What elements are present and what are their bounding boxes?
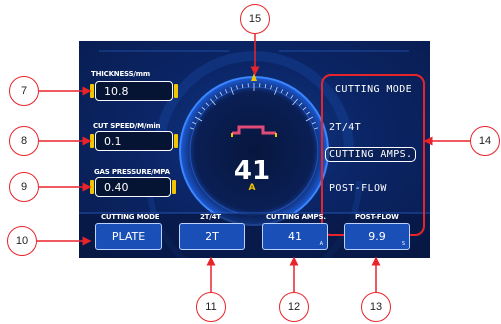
callout-11: 11 <box>196 292 226 322</box>
post-flow-unit: S <box>401 241 405 247</box>
cutting-amps-unit: A <box>319 241 323 247</box>
cut-speed-label: CUT SPEED/M/min <box>93 122 161 130</box>
gas-pressure-value-box: 0.40 <box>90 177 176 197</box>
trigger-mode-button[interactable]: 2T <box>179 223 245 250</box>
callout-9: 9 <box>9 172 39 202</box>
display-screen: THICKNESS/mm 10.8 CUT SPEED/M/min 0.1 GA… <box>79 41 430 258</box>
callout-7: 7 <box>9 76 39 106</box>
gas-pressure-value: 0.40 <box>104 180 129 194</box>
thickness-value-box: 10.8 <box>90 81 178 101</box>
post-flow-button[interactable]: 9.9 S <box>344 223 410 250</box>
callout-15: 15 <box>240 4 270 34</box>
callout-10: 10 <box>7 226 37 256</box>
cut-speed-value-box: 0.1 <box>90 131 178 151</box>
cutting-amps-value: 41 <box>288 230 302 243</box>
gauge-unit: A <box>248 183 256 193</box>
callout-14: 14 <box>470 126 500 156</box>
cutting-mode-value: PLATE <box>111 230 146 243</box>
thickness-value: 10.8 <box>104 84 129 98</box>
cutting-amps-button[interactable]: 41 A <box>262 223 328 250</box>
gauge-dial <box>179 76 329 226</box>
callout-8: 8 <box>9 126 39 156</box>
cutting-mode-button[interactable]: PLATE <box>95 223 162 250</box>
callout-13: 13 <box>361 292 391 322</box>
menu-item-2t-4t[interactable]: 2T/4T <box>329 122 361 133</box>
bottom-header-2t-4t: 2T/4T <box>200 213 221 221</box>
bottom-header-cutting-amps: CUTTING AMPS. <box>266 213 326 221</box>
thickness-label: THICKNESS/mm <box>91 70 150 78</box>
menu-item-cutting-mode[interactable]: CUTTING MODE <box>335 84 412 95</box>
trigger-mode-value: 2T <box>205 230 219 243</box>
menu-item-post-flow[interactable]: POST-FLOW <box>329 183 387 194</box>
post-flow-value: 9.9 <box>368 230 386 243</box>
bottom-header-cutting-mode: CUTTING MODE <box>101 213 160 221</box>
bottom-header-post-flow: POST-FLOW <box>355 213 399 221</box>
callout-12: 12 <box>279 292 309 322</box>
gauge-current-value: 41 <box>233 156 271 186</box>
gas-pressure-label: GAS PRESSURE/MPA <box>94 168 170 176</box>
menu-item-cutting-amps[interactable]: CUTTING AMPS. <box>325 147 417 162</box>
cut-speed-value: 0.1 <box>104 134 122 148</box>
